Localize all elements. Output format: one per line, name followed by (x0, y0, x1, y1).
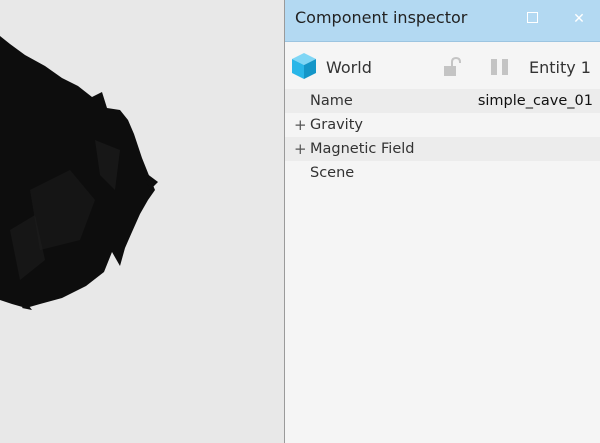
close-button[interactable]: ✕ (568, 9, 590, 29)
property-name: Magnetic Field (310, 141, 415, 157)
pause-icon[interactable] (490, 58, 510, 76)
expand-icon[interactable]: + (294, 113, 307, 137)
maximize-button[interactable] (521, 9, 543, 29)
3d-viewport[interactable] (0, 0, 285, 443)
property-name: Gravity (310, 117, 363, 133)
title-bar[interactable]: Component inspector ✕ (285, 0, 600, 42)
entity-type-label: World (326, 58, 372, 77)
property-row-name: Name simple_cave_01 (285, 89, 600, 113)
entity-label: Entity 1 (529, 58, 591, 77)
cube-icon (292, 53, 316, 79)
window-title: Component inspector (295, 8, 468, 27)
component-inspector-panel: Component inspector ✕ World Entity 1 Nam… (285, 0, 600, 443)
maximize-icon (526, 12, 538, 23)
inspector-toolbar: World Entity 1 (285, 42, 600, 90)
property-list: Name simple_cave_01 + Gravity + Magnetic… (285, 89, 600, 185)
cave-model (0, 36, 158, 310)
expand-icon[interactable]: + (294, 137, 307, 161)
unlock-icon[interactable] (443, 57, 461, 77)
property-name: Scene (310, 165, 355, 181)
property-row-gravity[interactable]: + Gravity (285, 113, 600, 137)
property-row-scene: Scene (285, 161, 600, 185)
property-name: Name (310, 93, 353, 109)
property-row-magnetic-field[interactable]: + Magnetic Field (285, 137, 600, 161)
property-value[interactable]: simple_cave_01 (478, 89, 593, 113)
close-icon: ✕ (573, 11, 585, 27)
